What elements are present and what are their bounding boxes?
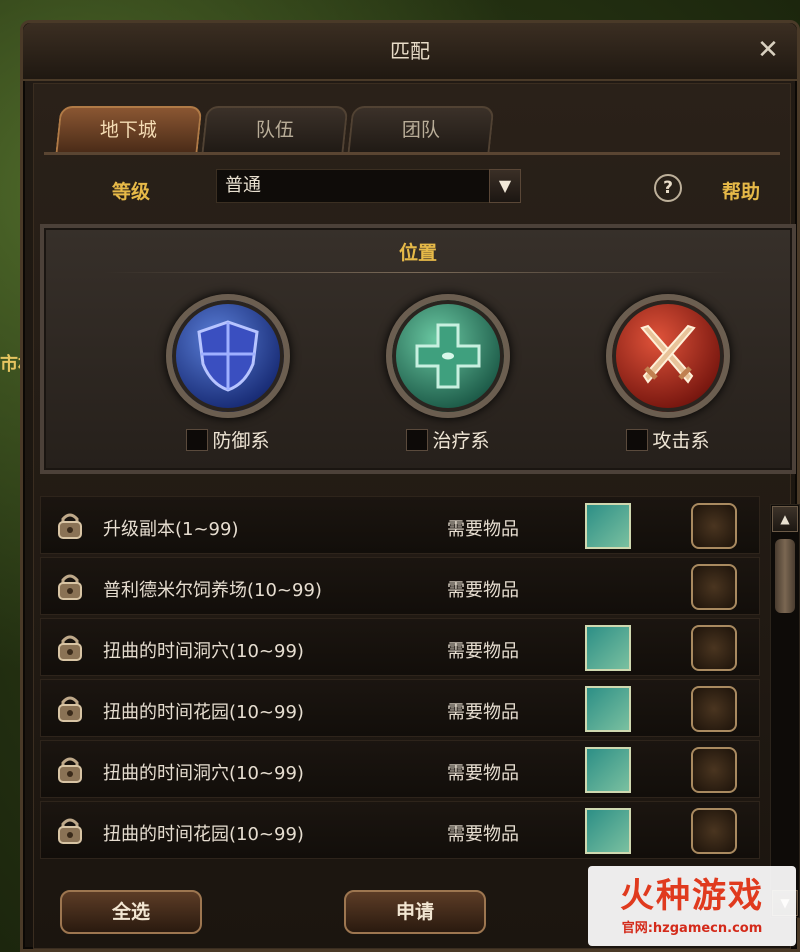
position-divider: [104, 272, 732, 273]
shield-icon: [197, 320, 259, 392]
lock-icon: [58, 757, 82, 783]
watermark-url: 官网:hzgamecn.com: [621, 921, 763, 936]
role-dps-checkbox[interactable]: 攻击系: [626, 426, 710, 453]
list-item[interactable]: 扭曲的时间洞穴(10~99) 需要物品: [40, 740, 760, 798]
level-select[interactable]: 普通 ▼: [216, 169, 521, 203]
site-watermark: 火种游戏 官网:hzgamecn.com: [588, 866, 796, 946]
role-healer: 治疗系: [358, 294, 538, 455]
watermark-title: 火种游戏: [620, 876, 764, 916]
list-item[interactable]: 扭曲的时间花园(10~99) 需要物品: [40, 679, 760, 737]
select-all-button[interactable]: 全选: [60, 890, 202, 934]
lock-icon: [58, 818, 82, 844]
dungeon-name: 扭曲的时间花园(10~99): [103, 824, 304, 845]
window-body: 地下城 队伍 团队 等级 普通 ▼ ? 帮助 位置 防御系 治疗系 攻击系 升级…: [33, 83, 800, 949]
dungeon-name: 普利德米尔饲养场(10~99): [103, 580, 322, 601]
scroll-info-icon[interactable]: [691, 686, 737, 732]
tab-raid[interactable]: 团队: [347, 106, 495, 152]
position-title: 位置: [398, 242, 437, 264]
cross-icon: [415, 323, 481, 389]
role-tank-orb[interactable]: [166, 294, 290, 418]
scroll-info-icon[interactable]: [691, 747, 737, 793]
checkbox-box: [406, 428, 429, 451]
scroll-info-icon[interactable]: [691, 808, 737, 854]
dungeon-name: 扭曲的时间洞穴(10~99): [103, 641, 304, 662]
dungeon-requirement: 需要物品: [447, 824, 519, 845]
lock-icon: [58, 696, 82, 722]
help-link[interactable]: 帮助: [722, 177, 760, 204]
dungeon-requirement: 需要物品: [447, 580, 519, 601]
scroll-info-icon[interactable]: [691, 625, 737, 671]
dungeon-name: 扭曲的时间花园(10~99): [103, 702, 304, 723]
tab-divider: [44, 152, 780, 155]
lock-icon: [58, 635, 82, 661]
role-healer-checkbox[interactable]: 治疗系: [406, 426, 490, 453]
checkbox-box: [626, 428, 649, 451]
dungeon-name: 升级副本(1~99): [103, 519, 239, 540]
position-panel: 位置 防御系 治疗系 攻击系: [40, 224, 796, 474]
scroll-info-icon[interactable]: [691, 564, 737, 610]
scroll-thumb[interactable]: [775, 539, 795, 613]
required-item-icon[interactable]: [585, 747, 631, 793]
lock-icon: [58, 513, 82, 539]
role-dps-orb[interactable]: [606, 294, 730, 418]
close-icon[interactable]: ✕: [753, 35, 783, 65]
level-label: 等级: [112, 181, 151, 203]
dungeon-list: 升级副本(1~99) 需要物品 普利德米尔饲养场(10~99) 需要物品 扭曲的…: [40, 496, 760, 862]
role-dps: 攻击系: [578, 294, 758, 455]
role-tank: 防御系: [138, 294, 318, 455]
dropdown-arrow-icon[interactable]: ▼: [489, 169, 521, 203]
dungeon-requirement: 需要物品: [447, 641, 519, 662]
list-item[interactable]: 普利德米尔饲养场(10~99) 需要物品: [40, 557, 760, 615]
tab-raid-label: 团队: [401, 119, 440, 141]
required-item-icon[interactable]: [585, 625, 631, 671]
question-icon[interactable]: ?: [654, 174, 682, 202]
tab-dungeon-label: 地下城: [100, 119, 158, 141]
role-healer-orb[interactable]: [386, 294, 510, 418]
match-window: 匹配 ✕ 地下城 队伍 团队 等级 普通 ▼ ? 帮助 位置 防御系 治疗系 攻…: [20, 20, 800, 952]
required-item-icon[interactable]: [585, 808, 631, 854]
lock-icon: [58, 574, 82, 600]
role-tank-checkbox[interactable]: 防御系: [186, 426, 270, 453]
list-item[interactable]: 扭曲的时间花园(10~99) 需要物品: [40, 801, 760, 859]
window-title: 匹配: [390, 39, 430, 63]
required-item-icon[interactable]: [585, 503, 631, 549]
tab-dungeon[interactable]: 地下城: [55, 106, 203, 152]
dungeon-requirement: 需要物品: [447, 702, 519, 723]
role-tank-label: 防御系: [212, 430, 270, 452]
tab-party-label: 队伍: [255, 119, 294, 141]
dungeon-requirement: 需要物品: [447, 763, 519, 784]
role-dps-label: 攻击系: [652, 430, 710, 452]
level-select-value: 普通: [225, 175, 261, 196]
list-scrollbar[interactable]: ▲ ▼: [770, 504, 800, 918]
tab-party[interactable]: 队伍: [201, 106, 349, 152]
dungeon-requirement: 需要物品: [447, 519, 519, 540]
scroll-up-icon[interactable]: ▲: [772, 506, 798, 532]
list-item[interactable]: 升级副本(1~99) 需要物品: [40, 496, 760, 554]
role-healer-label: 治疗系: [432, 430, 490, 452]
apply-button[interactable]: 申请: [344, 890, 486, 934]
required-item-icon[interactable]: [585, 686, 631, 732]
dungeon-name: 扭曲的时间洞穴(10~99): [103, 763, 304, 784]
list-item[interactable]: 扭曲的时间洞穴(10~99) 需要物品: [40, 618, 760, 676]
window-titlebar: 匹配 ✕: [23, 23, 797, 81]
checkbox-box: [186, 428, 209, 451]
scroll-info-icon[interactable]: [691, 503, 737, 549]
tab-bar: 地下城 队伍 团队: [55, 106, 495, 152]
crossed-swords-icon: [640, 324, 696, 384]
